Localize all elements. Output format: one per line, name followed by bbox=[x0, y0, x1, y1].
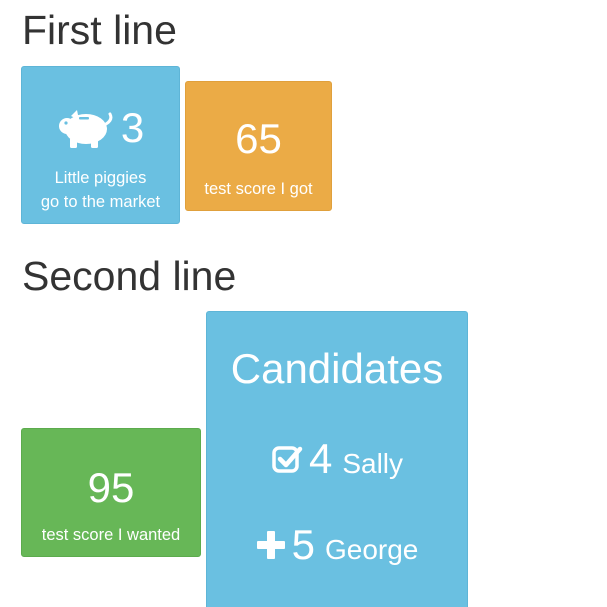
check-square-icon bbox=[271, 443, 303, 475]
score-got-value: 65 bbox=[235, 115, 282, 162]
candidate-row-sally: 4 Sally bbox=[207, 438, 467, 480]
piggies-count: 3 bbox=[120, 104, 145, 151]
piggies-caption-line1: Little piggies bbox=[54, 169, 147, 187]
candidate-name-sally: Sally bbox=[342, 448, 404, 479]
score-wanted-tile: 95 test score I wanted bbox=[21, 428, 201, 557]
candidates-tile: Candidates 4 Sally 5 George bbox=[206, 311, 468, 607]
plus-icon bbox=[256, 530, 286, 560]
piggies-tile: 3 Little piggies go to the market bbox=[21, 66, 180, 224]
score-wanted-caption: test score I wanted bbox=[41, 526, 181, 544]
score-got-caption: test score I got bbox=[204, 180, 313, 198]
score-got-tile: 65 test score I got bbox=[185, 81, 332, 211]
candidate-count-george: 5 bbox=[291, 521, 315, 568]
candidate-row-george: 5 George bbox=[207, 524, 467, 566]
section-title-first: First line bbox=[22, 7, 177, 53]
piggy-bank-icon bbox=[57, 108, 113, 148]
piggies-caption-line2: go to the market bbox=[40, 193, 161, 211]
page: First line 3 Little piggies go to the ma… bbox=[0, 0, 607, 607]
candidates-title: Candidates bbox=[230, 345, 444, 392]
piggies-value-row: 3 bbox=[22, 107, 179, 149]
section-title-second: Second line bbox=[22, 253, 237, 299]
candidate-count-sally: 4 bbox=[308, 435, 333, 482]
score-wanted-value: 95 bbox=[87, 464, 135, 511]
candidate-name-george: George bbox=[324, 534, 419, 565]
